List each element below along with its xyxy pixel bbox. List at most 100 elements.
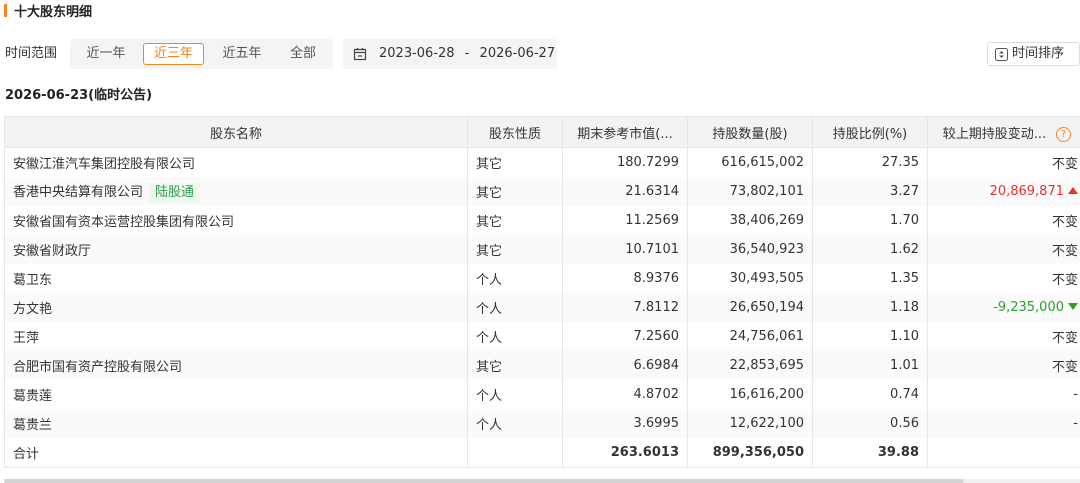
range-option-all[interactable]: 全部	[277, 43, 329, 65]
cell-change: 20,869,871	[927, 177, 1080, 206]
cell-change: 不变	[927, 206, 1080, 235]
cell-quantity: 73,802,101	[687, 177, 813, 206]
shareholder-name[interactable]: 香港中央结算有限公司	[13, 185, 143, 200]
cell-quantity: 30,493,505	[687, 264, 813, 293]
range-option-5y[interactable]: 近五年	[210, 43, 274, 65]
shareholder-name[interactable]: 合肥市国有资产控股有限公司	[13, 360, 182, 375]
change-value: 不变	[1051, 244, 1078, 259]
cell-market-value: 4.8702	[562, 380, 688, 409]
triangle-down-icon	[1068, 303, 1078, 310]
cell-quantity: 22,853,695	[687, 351, 813, 380]
shareholder-name[interactable]: 安徽江淮汽车集团控股有限公司	[13, 157, 195, 172]
shareholders-table: 股东名称 股东性质 期末参考市值(... 持股数量(股) 持股比例(%) 较上期…	[4, 116, 1080, 479]
cell-ratio: 1.18	[812, 293, 928, 322]
change-value: 不变	[1051, 157, 1078, 172]
table-row[interactable]: 安徽省财政厅 其它 10.7101 36,540,923 1.62 不变	[4, 235, 1080, 264]
cell-market-value: 8.9376	[562, 264, 688, 293]
range-option-1y[interactable]: 近一年	[76, 43, 136, 65]
table-row[interactable]: 葛贵莲 个人 4.8702 16,616,200 0.74 -	[4, 380, 1080, 409]
total-label: 合计	[4, 438, 468, 468]
cell-name: 香港中央结算有限公司 陆股通	[4, 177, 468, 206]
title-accent-bar	[4, 3, 7, 17]
change-value: 不变	[1051, 360, 1078, 375]
cell-type: 其它	[467, 177, 563, 206]
cell-ratio: 0.56	[812, 409, 928, 438]
range-selector: 近一年 近三年 近五年 全部	[70, 39, 333, 69]
table-row[interactable]: 方文艳 个人 7.8112 26,650,194 1.18 -9,235,000	[4, 293, 1080, 322]
shareholder-name[interactable]: 葛贵兰	[13, 418, 52, 433]
cell-quantity: 16,616,200	[687, 380, 813, 409]
cell-market-value: 6.6984	[562, 351, 688, 380]
change-value: 不变	[1051, 331, 1078, 346]
change-value: 不变	[1051, 273, 1078, 288]
cell-market-value: 3.6995	[562, 409, 688, 438]
table-header-row: 股东名称 股东性质 期末参考市值(... 持股数量(股) 持股比例(%) 较上期…	[4, 116, 1080, 148]
table-total-row: 合计 263.6013 899,356,050 39.88	[4, 438, 1080, 468]
total-type	[467, 438, 563, 468]
change-value: 20,869,871	[989, 184, 1064, 199]
cell-name: 葛贵莲	[4, 380, 468, 409]
scrollbar-thumb[interactable]	[4, 479, 964, 483]
cell-change: 不变	[927, 147, 1080, 177]
table-row[interactable]: 安徽省国有资本运营控股集团有限公司 其它 11.2569 38,406,269 1.70…	[4, 206, 1080, 235]
range-option-3y[interactable]: 近三年	[143, 43, 204, 65]
table-row[interactable]: 王萍 个人 7.2560 24,756,061 1.10 不变	[4, 322, 1080, 351]
date-separator: -	[464, 46, 470, 61]
cell-ratio: 3.27	[812, 177, 928, 206]
total-market-value: 263.6013	[562, 438, 688, 468]
change-value: -	[1073, 416, 1078, 431]
cell-market-value: 7.8112	[562, 293, 688, 322]
date-start: 2023-06-28	[379, 46, 455, 61]
calendar-icon	[353, 48, 367, 61]
cell-quantity: 36,540,923	[687, 235, 813, 264]
cell-name: 方文艳	[4, 293, 468, 322]
header-change[interactable]: 较上期持股变动...?	[927, 116, 1080, 148]
change-value: -	[1073, 387, 1078, 402]
header-ratio[interactable]: 持股比例(%)	[812, 116, 928, 148]
report-date: 2026-06-23(临时公告)	[5, 88, 153, 103]
range-label: 时间范围	[5, 46, 58, 61]
cell-type: 其它	[467, 351, 563, 380]
shareholder-name[interactable]: 葛卫东	[13, 273, 52, 288]
table-row[interactable]: 葛贵兰 个人 3.6995 12,622,100 0.56 -	[4, 409, 1080, 438]
change-value: -9,235,000	[993, 300, 1064, 315]
cell-quantity: 616,615,002	[687, 147, 813, 177]
table-row[interactable]: 安徽江淮汽车集团控股有限公司 其它 180.7299 616,615,002 27.35…	[4, 147, 1080, 177]
header-change-label: 较上期持股变动...	[942, 126, 1047, 142]
shareholder-name[interactable]: 安徽省财政厅	[13, 244, 91, 259]
table-row[interactable]: 合肥市国有资产控股有限公司 其它 6.6984 22,853,695 1.01 不变	[4, 351, 1080, 380]
cell-name: 安徽江淮汽车集团控股有限公司	[4, 147, 468, 177]
cell-market-value: 11.2569	[562, 206, 688, 235]
cell-market-value: 10.7101	[562, 235, 688, 264]
cell-type: 其它	[467, 235, 563, 264]
shareholder-name[interactable]: 葛贵莲	[13, 389, 52, 404]
cell-type: 其它	[467, 147, 563, 177]
cell-change: -	[927, 380, 1080, 409]
header-quantity[interactable]: 持股数量(股)	[687, 116, 813, 148]
cell-quantity: 26,650,194	[687, 293, 813, 322]
cell-change: 不变	[927, 264, 1080, 293]
horizontal-scrollbar[interactable]	[4, 479, 1080, 483]
table-row[interactable]: 葛卫东 个人 8.9376 30,493,505 1.35 不变	[4, 264, 1080, 293]
date-range-picker[interactable]: 2023-06-28 - 2026-06-27	[343, 39, 557, 69]
change-value: 不变	[1051, 215, 1078, 230]
cell-market-value: 7.2560	[562, 322, 688, 351]
shareholder-name[interactable]: 王萍	[13, 331, 39, 346]
time-sort-button[interactable]: 时间排序	[987, 42, 1080, 66]
filter-row: 时间范围 近一年 近三年 近五年 全部 2023-06-28 - 2026-06…	[0, 39, 1080, 69]
cell-name: 葛卫东	[4, 264, 468, 293]
total-change	[927, 438, 1080, 468]
table-row[interactable]: 香港中央结算有限公司 陆股通 其它 21.6314 73,802,101 3.27 20,8…	[4, 177, 1080, 206]
date-text: 2023-06-28 - 2026-06-27	[379, 39, 555, 69]
cell-name: 安徽省国有资本运营控股集团有限公司	[4, 206, 468, 235]
cell-type: 个人	[467, 293, 563, 322]
cell-ratio: 0.74	[812, 380, 928, 409]
help-icon[interactable]: ?	[1056, 126, 1072, 142]
cell-type: 个人	[467, 264, 563, 293]
cell-market-value: 180.7299	[562, 147, 688, 177]
header-market-value[interactable]: 期末参考市值(...	[562, 116, 688, 148]
header-name: 股东名称	[4, 116, 468, 148]
total-ratio: 39.88	[812, 438, 928, 468]
shareholder-name[interactable]: 安徽省国有资本运营控股集团有限公司	[13, 215, 234, 230]
shareholder-name[interactable]: 方文艳	[13, 302, 52, 317]
